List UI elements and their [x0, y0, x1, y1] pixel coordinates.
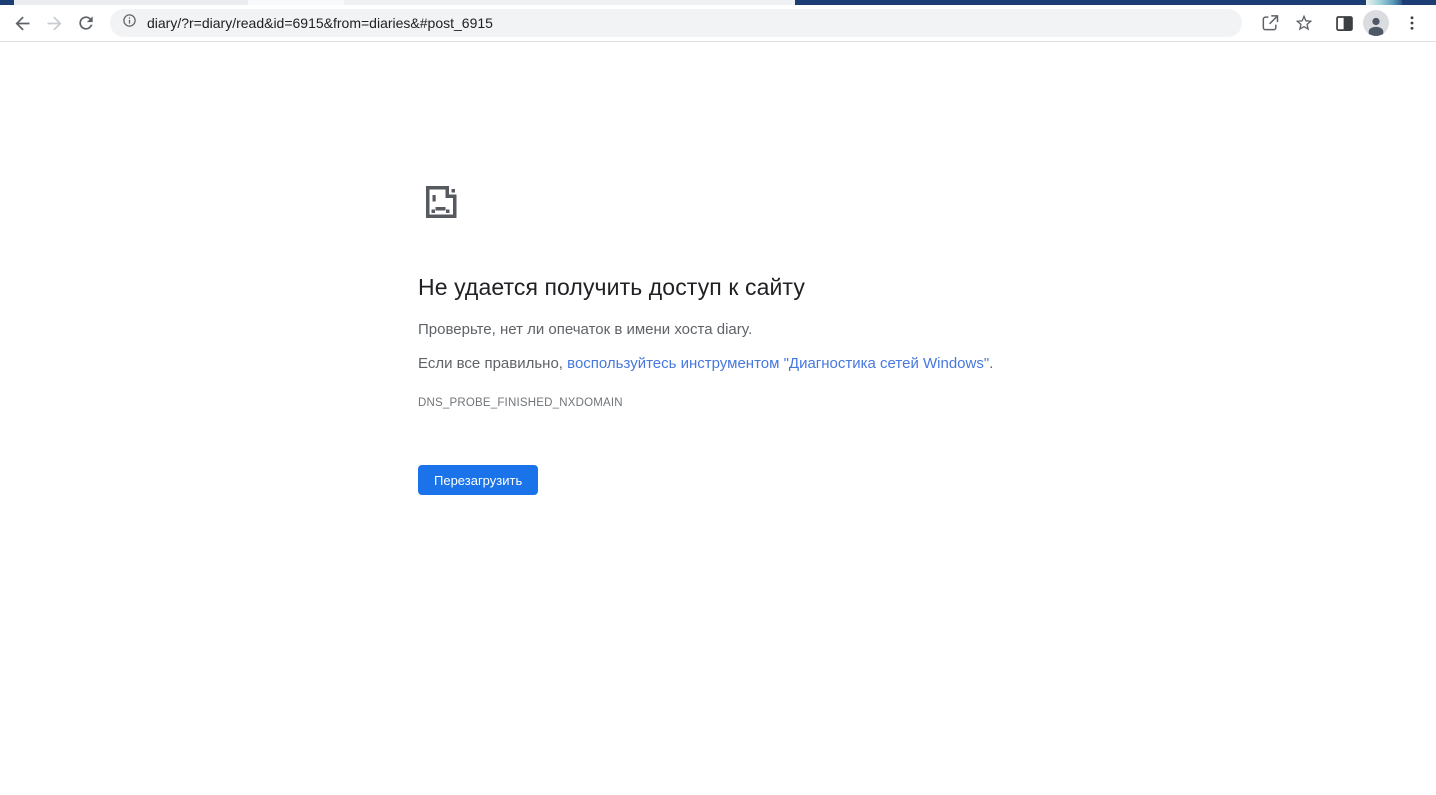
network-diagnostics-link[interactable]: воспользуйтесь инструментом "Диагностика…: [567, 355, 989, 372]
error-hint: Проверьте, нет ли опечаток в имени хоста…: [418, 321, 1018, 338]
bookmark-button[interactable]: [1288, 7, 1320, 39]
forward-button[interactable]: [38, 7, 70, 39]
menu-button[interactable]: [1396, 7, 1428, 39]
avatar-icon: [1363, 10, 1389, 36]
frame-segment: [248, 0, 344, 5]
advice-prefix: Если все правильно,: [418, 355, 567, 372]
back-arrow-icon: [12, 13, 33, 34]
share-button[interactable]: [1254, 7, 1286, 39]
advice-suffix: .: [989, 355, 993, 372]
frame-segment: [1366, 0, 1402, 5]
kebab-menu-icon: [1403, 14, 1421, 32]
forward-arrow-icon: [44, 13, 65, 34]
side-panel-icon: [1334, 13, 1355, 34]
star-icon: [1294, 13, 1314, 33]
reload-button[interactable]: [70, 7, 102, 39]
error-advice: Если все правильно, воспользуйтесь инстр…: [418, 355, 1018, 372]
url-text[interactable]: diary/?r=diary/read&id=6915&from=diaries…: [147, 15, 493, 31]
error-code: DNS_PROBE_FINISHED_NXDOMAIN: [418, 397, 1018, 409]
browser-toolbar: diary/?r=diary/read&id=6915&from=diaries…: [0, 5, 1436, 42]
window-frame: [0, 0, 1436, 5]
frame-segment: [795, 0, 1366, 5]
address-bar[interactable]: diary/?r=diary/read&id=6915&from=diaries…: [110, 9, 1242, 37]
back-button[interactable]: [6, 7, 38, 39]
frame-segment: [14, 0, 248, 5]
profile-button[interactable]: [1360, 7, 1392, 39]
error-page: Не удается получить доступ к сайту Прове…: [0, 42, 1436, 794]
reload-icon: [76, 13, 96, 33]
frame-segment: [344, 0, 795, 5]
side-panel-button[interactable]: [1328, 7, 1360, 39]
reload-page-button[interactable]: Перезагрузить: [418, 465, 538, 495]
share-icon: [1260, 13, 1280, 33]
frame-segment: [1402, 0, 1436, 5]
frame-segment: [0, 0, 14, 5]
site-info-icon[interactable]: [122, 13, 137, 33]
sad-file-icon: [418, 180, 463, 225]
toolbar-right-group: [1252, 7, 1428, 39]
error-content: Не удается получить доступ к сайту Прове…: [418, 42, 1018, 495]
error-title: Не удается получить доступ к сайту: [418, 274, 1018, 301]
